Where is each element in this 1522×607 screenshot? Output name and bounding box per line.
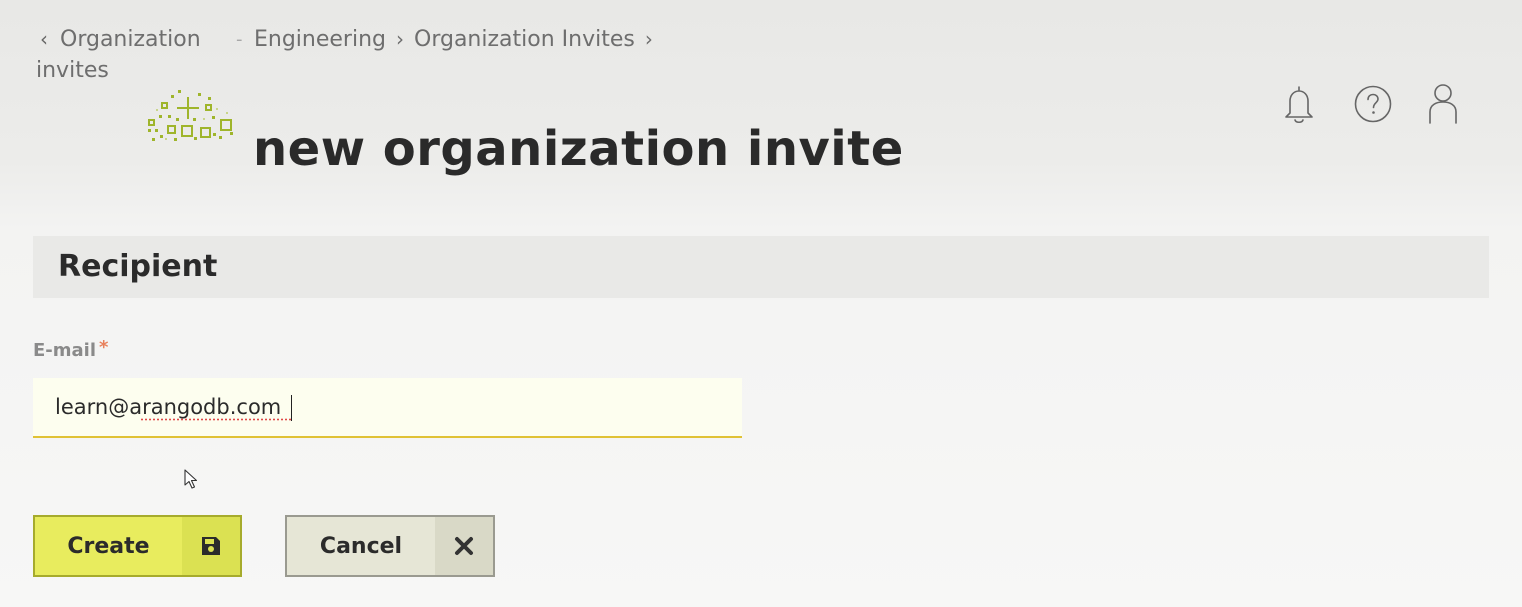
spellcheck-underline [140, 418, 292, 421]
page-title: new organization invite [253, 121, 904, 178]
chevron-right-icon: › [396, 27, 404, 51]
user-icon[interactable] [1422, 82, 1464, 126]
create-button-label: Create [67, 533, 150, 559]
email-field[interactable] [33, 378, 742, 436]
save-icon [182, 517, 240, 575]
create-button[interactable]: Create [33, 515, 242, 577]
header-actions [1278, 82, 1464, 126]
text-caret [291, 395, 292, 421]
breadcrumb-back-link[interactable]: ‹ Organization invites [36, 24, 236, 86]
chevron-right-icon: › [644, 27, 653, 51]
bell-icon[interactable] [1278, 82, 1320, 126]
app-logo-icon [146, 88, 236, 144]
recipient-section-header: Recipient [33, 236, 1489, 298]
mouse-cursor-icon [184, 469, 200, 491]
breadcrumb-back-label-line1: Organization [60, 27, 201, 52]
breadcrumb-item-organization-invites[interactable]: Organization Invites [414, 24, 635, 55]
section-title: Recipient [58, 249, 218, 284]
chevron-left-icon: ‹ [40, 27, 48, 51]
breadcrumb-item-engineering[interactable]: Engineering [254, 24, 386, 55]
required-marker: * [99, 337, 109, 358]
close-icon [435, 517, 493, 575]
email-label: E-mail * [33, 337, 109, 361]
breadcrumb-back-label-line2: invites [36, 58, 109, 83]
cancel-button-label: Cancel [319, 533, 403, 559]
help-icon[interactable] [1352, 82, 1394, 126]
cancel-button[interactable]: Cancel [285, 515, 495, 577]
email-field-wrapper [33, 378, 742, 438]
breadcrumb-separator: - [236, 29, 243, 50]
